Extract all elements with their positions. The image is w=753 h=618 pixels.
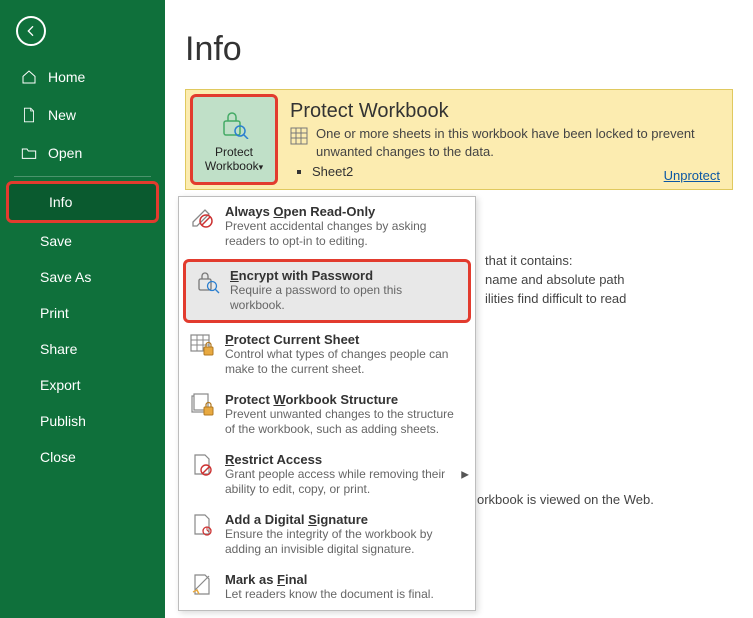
- menu-desc: Let readers know the document is final.: [225, 587, 465, 602]
- bg-inspect-line2: name and absolute path: [485, 270, 625, 290]
- locked-sheet-list: Sheet2: [312, 164, 720, 179]
- menu-desc: Ensure the integrity of the workbook by …: [225, 527, 465, 557]
- protect-workbook-button[interactable]: Protect Workbook▾: [190, 94, 278, 185]
- nav-share[interactable]: Share: [0, 331, 165, 367]
- workbook-lock-icon: [189, 392, 215, 418]
- nav-info-label: Info: [49, 194, 72, 210]
- nav-home[interactable]: Home: [0, 58, 165, 96]
- home-icon: [20, 68, 38, 86]
- bg-inspect-line1: that it contains:: [485, 251, 572, 271]
- nav-export-label: Export: [40, 377, 80, 393]
- nav-info[interactable]: Info: [6, 181, 159, 223]
- nav-save[interactable]: Save: [0, 223, 165, 259]
- lock-key-icon: [194, 268, 220, 294]
- locked-sheet-item: Sheet2: [312, 164, 720, 179]
- nav-close-label: Close: [40, 449, 76, 465]
- back-button[interactable]: [16, 16, 46, 46]
- menu-always-open-readonly[interactable]: Always Open Read-Only Prevent accidental…: [179, 197, 475, 257]
- restrict-icon: [189, 452, 215, 478]
- nav-print[interactable]: Print: [0, 295, 165, 331]
- menu-title: Always Open Read-Only: [225, 204, 465, 219]
- nav-open[interactable]: Open: [0, 134, 165, 172]
- menu-protect-workbook-structure[interactable]: Protect Workbook Structure Prevent unwan…: [179, 385, 475, 445]
- menu-title: Mark as Final: [225, 572, 465, 587]
- nav-save-label: Save: [40, 233, 72, 249]
- nav-save-as-label: Save As: [40, 269, 91, 285]
- page-title: Info: [185, 30, 733, 69]
- nav-share-label: Share: [40, 341, 77, 357]
- bg-inspect-line3: ilities find difficult to read: [485, 289, 626, 309]
- signature-icon: [189, 512, 215, 538]
- menu-desc: Grant people access while removing their…: [225, 467, 465, 497]
- menu-desc: Prevent accidental changes by asking rea…: [225, 219, 465, 249]
- menu-title: Protect Workbook Structure: [225, 392, 465, 407]
- file-icon: [20, 106, 38, 124]
- nav-open-label: Open: [48, 145, 82, 161]
- menu-desc: Require a password to open this workbook…: [230, 283, 460, 313]
- protect-btn-label: Protect Workbook▾: [205, 146, 263, 174]
- protect-workbook-menu: Always Open Read-Only Prevent accidental…: [178, 196, 476, 611]
- final-icon: [189, 572, 215, 598]
- menu-mark-as-final[interactable]: Mark as Final Let readers know the docum…: [179, 565, 475, 610]
- sheet-icon: [290, 127, 308, 145]
- nav-print-label: Print: [40, 305, 69, 321]
- menu-encrypt-with-password[interactable]: Encrypt with Password Require a password…: [183, 259, 471, 323]
- unprotect-link[interactable]: Unprotect: [664, 168, 720, 183]
- nav-publish-label: Publish: [40, 413, 86, 429]
- chevron-right-icon: ▶: [461, 470, 469, 481]
- folder-open-icon: [20, 144, 38, 162]
- menu-restrict-access[interactable]: Restrict Access Grant people access whil…: [179, 445, 475, 505]
- protect-desc: One or more sheets in this workbook have…: [316, 125, 720, 160]
- nav-new[interactable]: New: [0, 96, 165, 134]
- nav-home-label: Home: [48, 69, 85, 85]
- nav-export[interactable]: Export: [0, 367, 165, 403]
- menu-add-digital-signature[interactable]: Add a Digital Signature Ensure the integ…: [179, 505, 475, 565]
- protect-workbook-section: Protect Workbook▾ Protect Workbook One o…: [185, 89, 733, 190]
- menu-desc: Prevent unwanted changes to the structur…: [225, 407, 465, 437]
- lock-key-icon: [216, 107, 252, 142]
- readonly-icon: [189, 204, 215, 230]
- protect-title: Protect Workbook: [290, 100, 720, 123]
- menu-protect-current-sheet[interactable]: Protect Current Sheet Control what types…: [179, 325, 475, 385]
- nav-save-as[interactable]: Save As: [0, 259, 165, 295]
- bg-browser-line: orkbook is viewed on the Web.: [477, 490, 654, 510]
- menu-title: Add a Digital Signature: [225, 512, 465, 527]
- nav-publish[interactable]: Publish: [0, 403, 165, 439]
- menu-title: Protect Current Sheet: [225, 332, 465, 347]
- menu-title: Restrict Access: [225, 452, 465, 467]
- backstage-sidebar: Home New Open Info Save Save As Print Sh…: [0, 0, 165, 618]
- nav-separator: [14, 176, 151, 177]
- sheet-lock-icon: [189, 332, 215, 358]
- nav-new-label: New: [48, 107, 76, 123]
- nav-close[interactable]: Close: [0, 439, 165, 475]
- menu-desc: Control what types of changes people can…: [225, 347, 465, 377]
- menu-title: Encrypt with Password: [230, 268, 460, 283]
